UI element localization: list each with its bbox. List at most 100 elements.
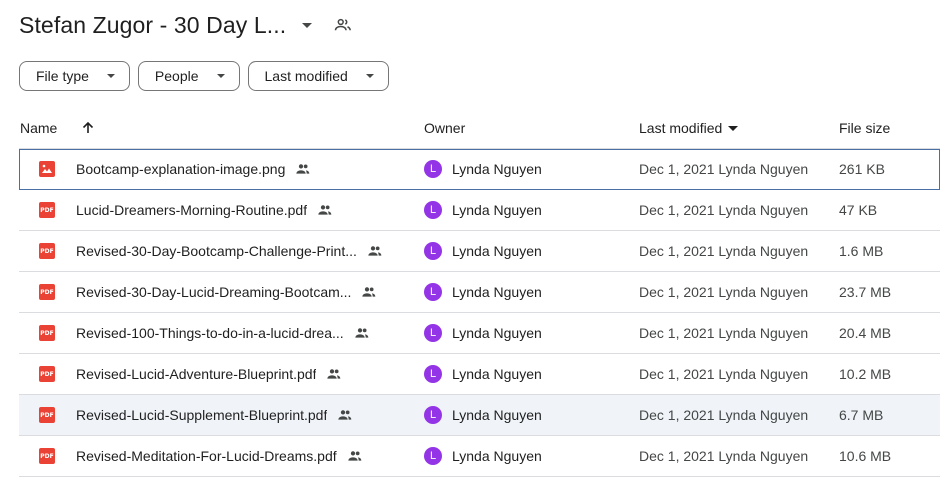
table-row[interactable]: PDF Revised-Meditation-For-Lucid-Dreams.… — [19, 436, 940, 477]
file-name[interactable]: Revised-Lucid-Adventure-Blueprint.pdf — [76, 366, 316, 382]
file-name[interactable]: Revised-30-Day-Bootcamp-Challenge-Print.… — [76, 243, 357, 259]
filter-last-modified[interactable]: Last modified — [247, 61, 389, 91]
file-size-cell: 23.7 MB — [839, 284, 892, 300]
file-size-cell: 10.2 MB — [839, 366, 892, 382]
filter-label: File type — [36, 68, 89, 84]
folder-title[interactable]: Stefan Zugor - 30 Day L... — [19, 12, 286, 39]
avatar[interactable]: L — [424, 201, 442, 219]
avatar[interactable]: L — [424, 242, 442, 260]
file-name-cell: Revised-Lucid-Adventure-Blueprint.pdf — [76, 354, 342, 394]
chevron-down-icon — [106, 74, 115, 78]
owner-cell: L Lynda Nguyen — [424, 354, 542, 394]
last-modified-cell: Dec 1, 2021 Lynda Nguyen — [639, 161, 809, 177]
file-size-cell: 6.7 MB — [839, 407, 884, 423]
pdf-badge: PDF — [39, 366, 55, 382]
owner-name: Lynda Nguyen — [452, 448, 542, 464]
table-row[interactable]: Bootcamp-explanation-image.png L Lynda N… — [19, 149, 940, 190]
file-name-cell: Revised-Meditation-For-Lucid-Dreams.pdf — [76, 436, 363, 476]
avatar[interactable]: L — [424, 324, 442, 342]
owner-cell: L Lynda Nguyen — [424, 272, 542, 312]
column-header-name[interactable]: Name — [20, 120, 57, 136]
owner-cell: L Lynda Nguyen — [424, 313, 542, 353]
file-name[interactable]: Bootcamp-explanation-image.png — [76, 161, 285, 177]
pdf-icon: PDF — [39, 395, 55, 435]
owner-name: Lynda Nguyen — [452, 243, 542, 259]
pdf-badge: PDF — [39, 325, 55, 341]
folder-header: Stefan Zugor - 30 Day L... — [19, 10, 352, 40]
file-name[interactable]: Revised-30-Day-Lucid-Dreaming-Bootcam... — [76, 284, 351, 300]
pdf-icon: PDF — [39, 354, 55, 394]
owner-name: Lynda Nguyen — [452, 202, 542, 218]
column-header-last-modified[interactable]: Last modified — [639, 120, 739, 136]
owner-name: Lynda Nguyen — [452, 161, 542, 177]
table-row[interactable]: PDF Revised-30-Day-Bootcamp-Challenge-Pr… — [19, 231, 940, 272]
owner-name: Lynda Nguyen — [452, 284, 542, 300]
image-badge — [39, 161, 55, 177]
file-name[interactable]: Revised-100-Things-to-do-in-a-lucid-drea… — [76, 325, 344, 341]
file-name[interactable]: Revised-Meditation-For-Lucid-Dreams.pdf — [76, 448, 337, 464]
title-dropdown-icon[interactable] — [302, 22, 313, 28]
shared-icon — [337, 408, 353, 422]
chevron-down-icon — [365, 74, 374, 78]
avatar[interactable]: L — [424, 160, 442, 178]
filter-label: Last modified — [264, 68, 348, 84]
shared-icon — [295, 162, 311, 176]
table-header: Name Owner Last modified File size — [19, 108, 940, 149]
file-name[interactable]: Lucid-Dreamers-Morning-Routine.pdf — [76, 202, 307, 218]
column-header-owner[interactable]: Owner — [424, 120, 465, 136]
file-size-cell: 10.6 MB — [839, 448, 892, 464]
chevron-down-icon — [216, 74, 225, 78]
owner-cell: L Lynda Nguyen — [424, 149, 542, 189]
filter-label: People — [154, 68, 199, 84]
table-row[interactable]: PDF Revised-100-Things-to-do-in-a-lucid-… — [19, 313, 940, 354]
last-modified-cell: Dec 1, 2021 Lynda Nguyen — [639, 407, 809, 423]
owner-name: Lynda Nguyen — [452, 366, 542, 382]
filter-people[interactable]: People — [137, 61, 240, 91]
file-size-cell: 261 KB — [839, 161, 885, 177]
pdf-icon: PDF — [39, 231, 55, 271]
pdf-icon: PDF — [39, 313, 55, 353]
file-name-cell: Revised-30-Day-Lucid-Dreaming-Bootcam... — [76, 272, 377, 312]
table-row[interactable]: PDF Revised-Lucid-Adventure-Blueprint.pd… — [19, 354, 940, 395]
avatar[interactable]: L — [424, 365, 442, 383]
owner-cell: L Lynda Nguyen — [424, 436, 542, 476]
shared-icon — [361, 285, 377, 299]
shared-icon — [317, 203, 333, 217]
last-modified-cell: Dec 1, 2021 Lynda Nguyen — [639, 325, 809, 341]
file-size-cell: 47 KB — [839, 202, 878, 218]
file-name-cell: Revised-30-Day-Bootcamp-Challenge-Print.… — [76, 231, 383, 271]
shared-icon — [367, 244, 383, 258]
table-row[interactable]: PDF Revised-30-Day-Lucid-Dreaming-Bootca… — [19, 272, 940, 313]
avatar[interactable]: L — [424, 447, 442, 465]
owner-name: Lynda Nguyen — [452, 407, 542, 423]
file-name[interactable]: Revised-Lucid-Supplement-Blueprint.pdf — [76, 407, 327, 423]
shared-icon — [347, 449, 363, 463]
pdf-icon: PDF — [39, 436, 55, 476]
table-row[interactable]: PDF Revised-Lucid-Supplement-Blueprint.p… — [19, 395, 940, 436]
last-modified-cell: Dec 1, 2021 Lynda Nguyen — [639, 284, 809, 300]
pdf-icon: PDF — [39, 272, 55, 312]
shared-icon[interactable] — [334, 17, 352, 33]
avatar[interactable]: L — [424, 406, 442, 424]
filter-file-type[interactable]: File type — [19, 61, 130, 91]
pdf-badge: PDF — [39, 243, 55, 259]
avatar[interactable]: L — [424, 283, 442, 301]
last-modified-cell: Dec 1, 2021 Lynda Nguyen — [639, 366, 809, 382]
image-icon — [39, 149, 55, 189]
sort-arrow-up-icon[interactable] — [81, 121, 95, 135]
pdf-badge: PDF — [39, 202, 55, 218]
owner-cell: L Lynda Nguyen — [424, 231, 542, 271]
file-name-cell: Revised-Lucid-Supplement-Blueprint.pdf — [76, 395, 353, 435]
table-row[interactable]: PDF Lucid-Dreamers-Morning-Routine.pdf L… — [19, 190, 940, 231]
file-name-cell: Lucid-Dreamers-Morning-Routine.pdf — [76, 190, 333, 230]
owner-name: Lynda Nguyen — [452, 325, 542, 341]
column-header-file-size[interactable]: File size — [839, 120, 890, 136]
file-list: Name Owner Last modified File size Bootc… — [19, 108, 940, 477]
filter-bar: File type People Last modified — [19, 61, 389, 91]
shared-icon — [354, 326, 370, 340]
file-size-cell: 20.4 MB — [839, 325, 892, 341]
owner-cell: L Lynda Nguyen — [424, 395, 542, 435]
pdf-badge: PDF — [39, 448, 55, 464]
file-name-cell: Bootcamp-explanation-image.png — [76, 149, 311, 189]
sort-dropdown-icon — [728, 125, 739, 131]
